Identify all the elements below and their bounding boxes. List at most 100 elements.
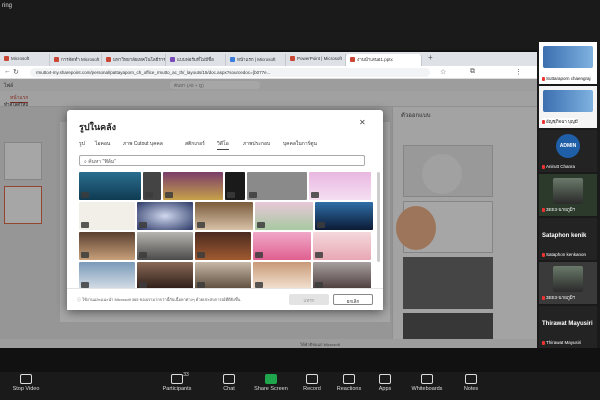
dialog-tab[interactable]: ภาพประกอบ: [243, 140, 270, 148]
participant-name: อัญชุภิจฉา บุญมี: [542, 118, 578, 125]
apps-icon: [379, 374, 391, 384]
video-camera-icon: [315, 252, 323, 258]
participant-video: [553, 178, 583, 204]
tab-favicon-icon: [290, 56, 295, 62]
video-camera-icon: [165, 192, 173, 198]
notes-icon: [465, 374, 477, 384]
participant-tile[interactable]: Sataphon kenik Sataphon kenkanon: [539, 218, 597, 260]
video-thumbnail[interactable]: [313, 262, 371, 290]
tab-favicon-icon: [4, 56, 9, 62]
stock-search-input[interactable]: ⌕ ค้นหา "ฟิล์ม": [79, 155, 365, 166]
browser-address-bar: ← ↻ rmutto4-my.sharepoint.com/personal/p…: [0, 66, 537, 79]
shared-screen[interactable]: Microsoft การจัดทำ Microsoft มหาวิทยาลัยเท…: [0, 52, 537, 348]
video-thumbnail[interactable]: [137, 232, 193, 260]
video-camera-icon: [317, 222, 325, 228]
video-camera-icon: [249, 192, 257, 198]
participant-tile[interactable]: ADMIN Anirutt Chanra: [539, 130, 597, 172]
video-thumbnail[interactable]: [79, 232, 135, 260]
browser-tab[interactable]: งานนำเสนอ1.pptx: [346, 54, 422, 66]
video-thumbnail[interactable]: [195, 202, 253, 230]
browser-tab-label: มหาวิทยาลัยเทคโนโลยีราช: [113, 57, 166, 62]
video-thumbnail[interactable]: [163, 172, 223, 200]
participant-name-text: Anirutt Chanra: [546, 164, 576, 169]
participant-tile[interactable]: Suttaraporn chaengraj: [539, 42, 597, 84]
new-tab-icon[interactable]: +: [428, 53, 433, 62]
dialog-title: รูปในคลัง: [79, 122, 117, 132]
participant-name-text: 3EE3-นายภูมิฯ: [546, 295, 576, 300]
video-thumbnail[interactable]: [253, 232, 311, 260]
participant-name: Suttaraporn chaengraj: [542, 76, 591, 81]
close-icon[interactable]: ✕: [359, 118, 366, 127]
menu-icon[interactable]: ⋮: [515, 68, 522, 76]
notes-button[interactable]: Notes: [448, 374, 494, 392]
video-thumbnail[interactable]: [313, 232, 371, 260]
participant-gallery: Suttaraporn chaengraj อัญชุภิจฉา บุญมี ADM…: [537, 42, 600, 348]
whiteboards-button[interactable]: Whiteboards: [404, 374, 450, 392]
dialog-footer: ⓘ ใช้งานและแนะนำ Microsoft 365 ของเรามาก…: [67, 288, 383, 310]
tab-favicon-icon: [230, 57, 235, 63]
video-camera-icon: [197, 222, 205, 228]
participant-tile[interactable]: 3EE3-นายภูมิฯ: [539, 262, 597, 304]
browser-tab[interactable]: มหาวิทยาลัยเทคโนโลยีราช: [102, 54, 166, 66]
chat-button[interactable]: Chat: [206, 374, 252, 392]
dialog-tab[interactable]: ภาพ Cutout บุคคล: [123, 140, 163, 148]
apps-button[interactable]: Apps: [362, 374, 408, 392]
reload-icon[interactable]: ↻: [13, 68, 19, 76]
cancel-button[interactable]: ยกเลิก: [333, 294, 373, 305]
video-thumbnail[interactable]: [143, 172, 161, 200]
browser-tab-label: การจัดทำ Microsoft: [61, 57, 100, 62]
participant-tile[interactable]: 3EE3-นายภูมิฯ: [539, 174, 597, 216]
browser-tab[interactable]: PowerPoint | Microsoft: [286, 54, 346, 66]
video-thumbnail[interactable]: [79, 202, 135, 230]
dialog-tabs: รูป ไอคอน ภาพ Cutout บุคคล สติกเกอร์ วิดีโอ ภ…: [79, 140, 369, 150]
participant-video: [553, 266, 583, 292]
stop-video-button[interactable]: Stop Video: [3, 374, 49, 392]
video-thumbnail[interactable]: [79, 172, 141, 200]
browser-tab[interactable]: หน้าแรก | Microsoft: [226, 54, 286, 66]
whiteboards-icon: [421, 374, 433, 384]
dialog-tab[interactable]: รูป: [79, 140, 85, 148]
video-thumbnail[interactable]: [247, 172, 307, 200]
video-thumbnail[interactable]: [137, 262, 193, 290]
star-icon[interactable]: ☆: [440, 68, 446, 76]
participants-button[interactable]: 33 Participants: [154, 372, 200, 392]
browser-tab-label: Microsoft: [11, 56, 30, 61]
video-thumbnail[interactable]: [309, 172, 371, 200]
url-input[interactable]: rmutto4-my.sharepoint.com/personal/patta…: [30, 68, 430, 77]
grid-scrollbar[interactable]: [377, 172, 380, 262]
extensions-icon[interactable]: ⧉: [470, 68, 475, 76]
browser-tab-label: แบบฟอร์มที่ไม่มีชื่อ: [177, 57, 214, 62]
reactions-icon: [343, 374, 355, 384]
browser-tab-bar: Microsoft การจัดทำ Microsoft มหาวิทยาลัยเท…: [0, 52, 537, 66]
participant-tile[interactable]: อัญชุภิจฉา บุญมี: [539, 86, 597, 128]
share-screen-button[interactable]: Share Screen: [248, 374, 294, 392]
tab-favicon-icon: [170, 57, 175, 63]
notes-label: Notes: [463, 386, 479, 392]
chat-label: Chat: [223, 386, 235, 392]
dialog-tab[interactable]: วิดีโอ: [217, 140, 229, 150]
video-thumbnail[interactable]: [225, 172, 245, 200]
dialog-tab[interactable]: บุคคลในการ์ตูน: [283, 140, 317, 148]
insert-button[interactable]: แทรก: [289, 294, 329, 305]
video-thumbnail[interactable]: [137, 202, 193, 230]
share-screen-label: Share Screen: [254, 386, 288, 392]
browser-tab[interactable]: แบบฟอร์มที่ไม่มีชื่อ: [166, 54, 226, 66]
back-icon[interactable]: ←: [4, 68, 11, 75]
video-thumbnail[interactable]: [255, 202, 313, 230]
video-thumbnail[interactable]: [195, 232, 251, 260]
video-thumbnail[interactable]: [79, 262, 135, 290]
dialog-tab[interactable]: สติกเกอร์: [185, 140, 205, 148]
footer-note-text: ใช้งานและแนะนำ Microsoft 365 ของเรามากกว…: [82, 297, 241, 302]
participant-name: 3EE3-นายภูมิฯ: [542, 294, 575, 301]
video-thumbnail[interactable]: [253, 262, 311, 290]
video-thumbnail[interactable]: [195, 262, 251, 290]
video-thumbnail[interactable]: [315, 202, 373, 230]
zoom-window: ring Microsoft การจัดทำ Microsoft มหาวิทยา…: [0, 0, 600, 400]
participant-display-name: Thirawat Mayusiri: [542, 321, 593, 327]
dialog-tab[interactable]: ไอคอน: [95, 140, 110, 148]
browser-tab[interactable]: การจัดทำ Microsoft: [50, 54, 102, 66]
participant-tile[interactable]: Thirawat Mayusiri Thirawat Mayusiri: [539, 306, 597, 348]
stop-video-icon: [20, 374, 32, 384]
browser-tab[interactable]: Microsoft: [0, 54, 50, 66]
muted-mic-icon: [542, 340, 545, 345]
